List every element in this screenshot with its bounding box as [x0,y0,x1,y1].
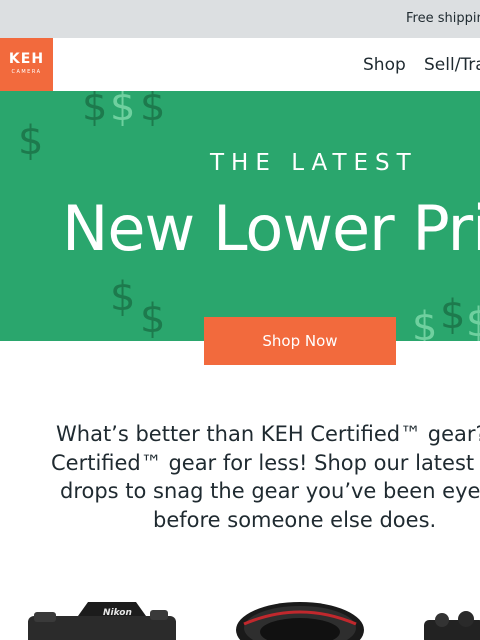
keh-logo[interactable]: KEH CAMERA [0,38,53,91]
dollar-icon: $ [18,118,44,164]
nav-sell-trade-link[interactable]: Sell/Trade [424,55,480,75]
promo-text: Free shipping [406,11,480,26]
camera-image[interactable] [424,611,480,640]
lens-image[interactable] [236,602,364,640]
camera-brand-label: Nikon [103,608,132,618]
product-images: Nikon [28,602,480,640]
dollar-icon: $ [110,274,136,320]
dollar-icon: $ [140,91,166,130]
hero-banner: $ $ $ $ $ $ $ $ $ THE LATEST New Lower P… [0,91,480,341]
nikon-camera-image[interactable]: Nikon [28,602,176,640]
dollar-icon: $ [110,91,136,130]
intro-line: What’s better than KEH Certified™ gear? … [56,422,480,446]
dollar-icon: $ [140,296,166,341]
hero-title: New Lower Prices [62,192,480,265]
intro-paragraph: What’s better than KEH Certified™ gear? … [0,422,480,542]
hero-kicker: THE LATEST [210,150,418,176]
intro-line: Certified™ gear for less! Shop our lates… [51,451,480,475]
dollar-icon: $ [412,304,438,341]
site-header: KEH CAMERA Shop Sell/Trade [0,38,480,91]
product-strip: Nikon [0,590,480,640]
logo-wordmark: KEH [8,51,45,67]
logo-subtitle: CAMERA [11,69,42,75]
dollar-icon: $ [466,300,480,341]
intro-line: drops to snag the gear you’ve been eyein… [60,479,480,503]
shop-now-button[interactable]: Shop Now [204,317,396,365]
promo-banner: Free shipping [0,0,480,38]
nav-shop-link[interactable]: Shop [363,55,406,75]
dollar-icon: $ [440,292,466,338]
dollar-icon: $ [82,91,108,130]
intro-line: before someone else does. [153,508,437,532]
